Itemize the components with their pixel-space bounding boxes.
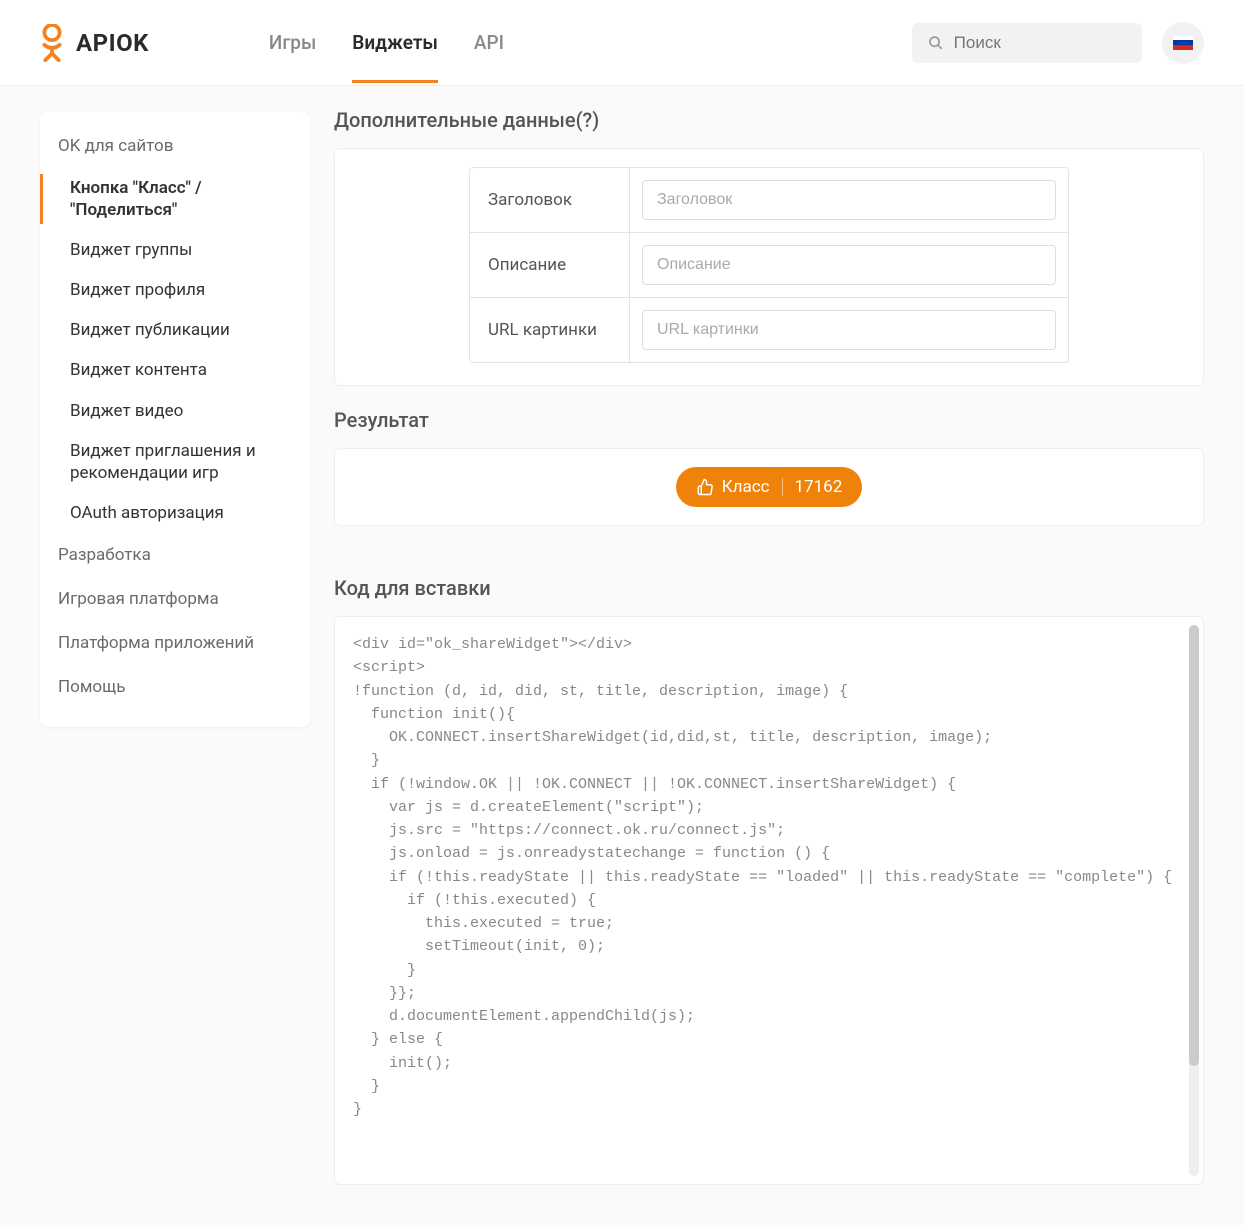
sidebar-section-development[interactable]: Разработка xyxy=(40,533,310,577)
klass-label: Класс xyxy=(722,477,770,497)
sidebar-item-publication-widget[interactable]: Виджет публикации xyxy=(40,310,310,350)
sidebar-item-profile-widget[interactable]: Виджет профиля xyxy=(40,270,310,310)
embed-code-box[interactable]: <div id="ok_shareWidget"></div> <script>… xyxy=(334,616,1204,1185)
klass-count: 17162 xyxy=(795,477,843,497)
sidebar: OK для сайтов Кнопка "Класс" / "Поделить… xyxy=(40,112,310,727)
scrollbar-track[interactable] xyxy=(1189,625,1199,1176)
image-url-input[interactable] xyxy=(642,310,1056,350)
result-heading: Результат xyxy=(334,386,1204,448)
header: APIOK Игры Виджеты API xyxy=(0,0,1244,86)
sidebar-item-klass-button[interactable]: Кнопка "Класс" / "Поделиться" xyxy=(40,168,310,230)
sidebar-item-oauth[interactable]: OAuth авторизация xyxy=(40,493,310,533)
sidebar-section-ok-sites[interactable]: OK для сайтов xyxy=(40,130,310,168)
sidebar-section-app-platform[interactable]: Платформа приложений xyxy=(40,621,310,665)
embed-code: <div id="ok_shareWidget"></div> <script>… xyxy=(353,636,1172,1118)
search-icon xyxy=(928,34,944,52)
image-url-label: URL картинки xyxy=(470,298,630,362)
title-label: Заголовок xyxy=(470,168,630,232)
code-heading: Код для вставки xyxy=(334,554,1204,616)
description-input[interactable] xyxy=(642,245,1056,285)
search-input[interactable] xyxy=(954,33,1126,53)
klass-button[interactable]: Класс 17162 xyxy=(676,467,863,507)
additional-data-panel: Заголовок Описание URL картинки xyxy=(334,148,1204,386)
logo[interactable]: APIOK xyxy=(40,24,149,62)
scrollbar-thumb[interactable] xyxy=(1189,625,1199,1066)
result-panel: Класс 17162 xyxy=(334,448,1204,526)
description-label: Описание xyxy=(470,233,630,297)
sidebar-item-content-widget[interactable]: Виджет контента xyxy=(40,350,310,390)
flag-ru-icon xyxy=(1173,36,1193,50)
additional-data-heading: Дополнительные данные(?) xyxy=(334,86,1204,148)
top-nav: Игры Виджеты API xyxy=(269,3,912,82)
search-box[interactable] xyxy=(912,23,1142,63)
thumbs-up-icon xyxy=(696,478,714,496)
main-content: Дополнительные данные(?) Заголовок Описа… xyxy=(310,86,1244,1225)
nav-games[interactable]: Игры xyxy=(269,3,316,82)
sidebar-item-group-widget[interactable]: Виджет группы xyxy=(40,230,310,270)
locale-button[interactable] xyxy=(1162,22,1204,64)
divider xyxy=(782,478,783,496)
sidebar-section-help[interactable]: Помощь xyxy=(40,665,310,709)
nav-widgets[interactable]: Виджеты xyxy=(352,3,438,82)
sidebar-item-invite-widget[interactable]: Виджет приглашения и рекомендации игр xyxy=(40,431,310,493)
sidebar-section-game-platform[interactable]: Игровая платформа xyxy=(40,577,310,621)
nav-api[interactable]: API xyxy=(474,3,504,82)
title-input[interactable] xyxy=(642,180,1056,220)
sidebar-item-video-widget[interactable]: Виджет видео xyxy=(40,391,310,431)
logo-text: APIOK xyxy=(76,29,149,57)
ok-logo-icon xyxy=(40,24,64,62)
